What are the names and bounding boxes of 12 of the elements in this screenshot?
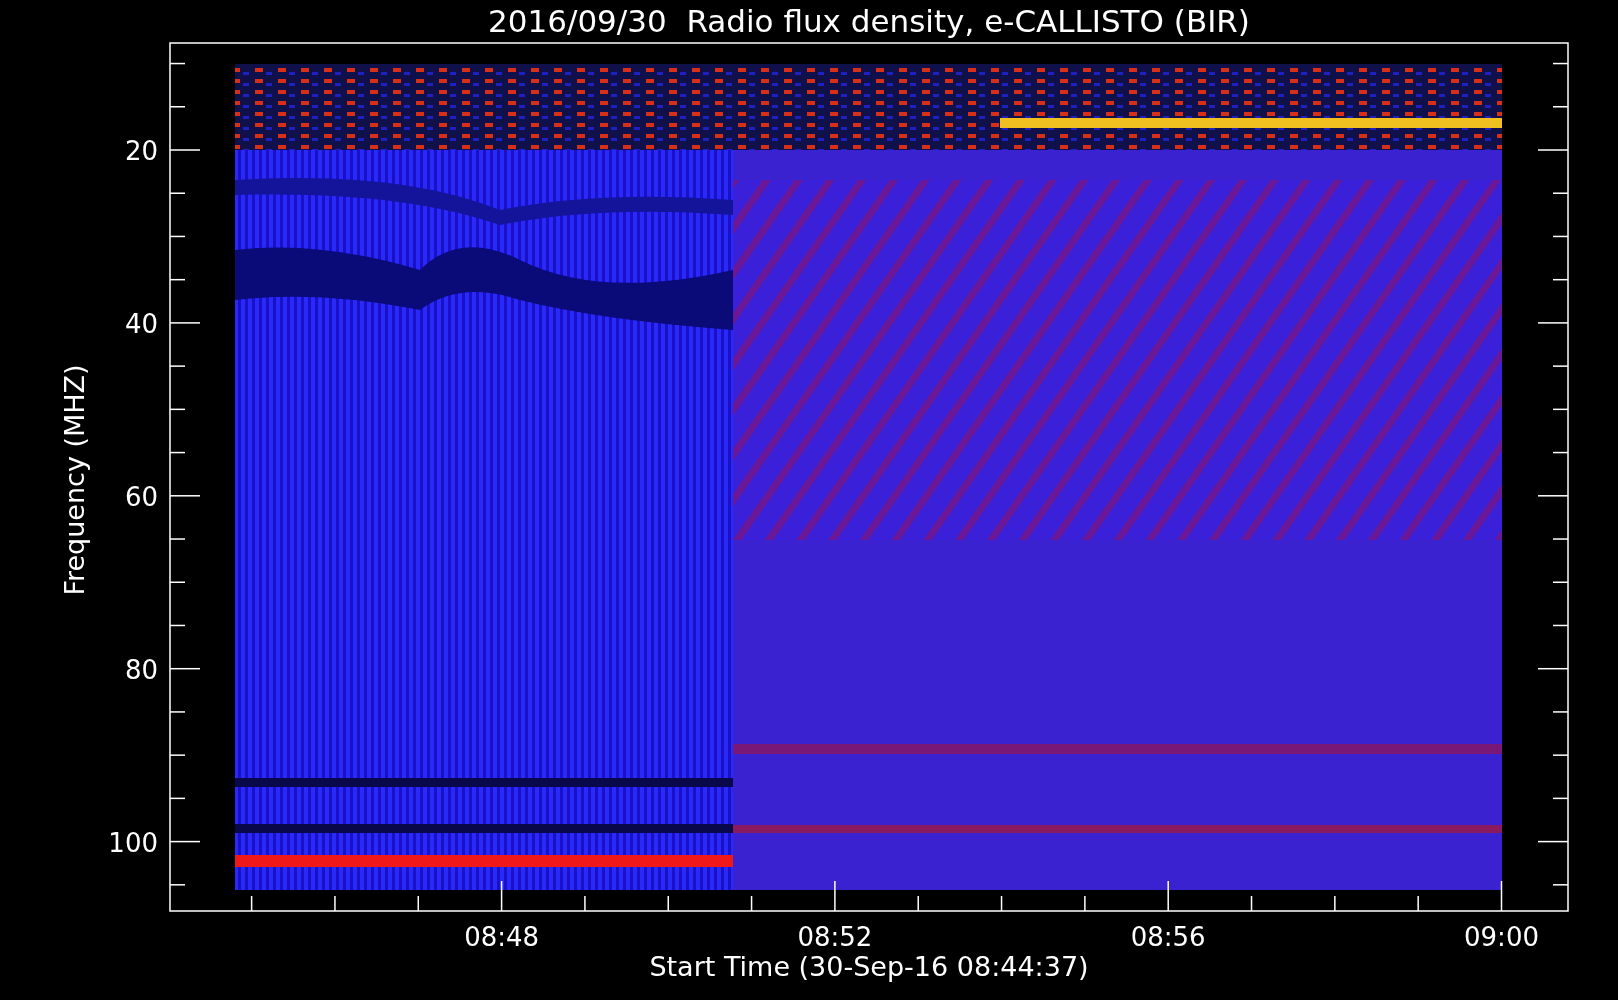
x-tick-label: 08:56: [1130, 922, 1206, 952]
y-tick-label: 40: [124, 308, 158, 339]
y-axis-label: Frequency (MHZ): [59, 364, 90, 596]
x-axis-label: Start Time (30-Sep-16 08:44:37): [649, 951, 1089, 982]
x-tick-label: 09:00: [1464, 922, 1539, 952]
chart-title: 2016/09/30 Radio flux density, e-CALLISTO (BIR): [488, 3, 1250, 39]
y-tick-label: 60: [124, 481, 158, 512]
y-tick-label: 100: [108, 827, 158, 858]
x-tick-label: 08:52: [797, 922, 873, 952]
y-tick-label: 80: [124, 654, 158, 685]
y-tick-label: 20: [124, 136, 158, 166]
x-tick-label: 08:48: [464, 922, 540, 952]
